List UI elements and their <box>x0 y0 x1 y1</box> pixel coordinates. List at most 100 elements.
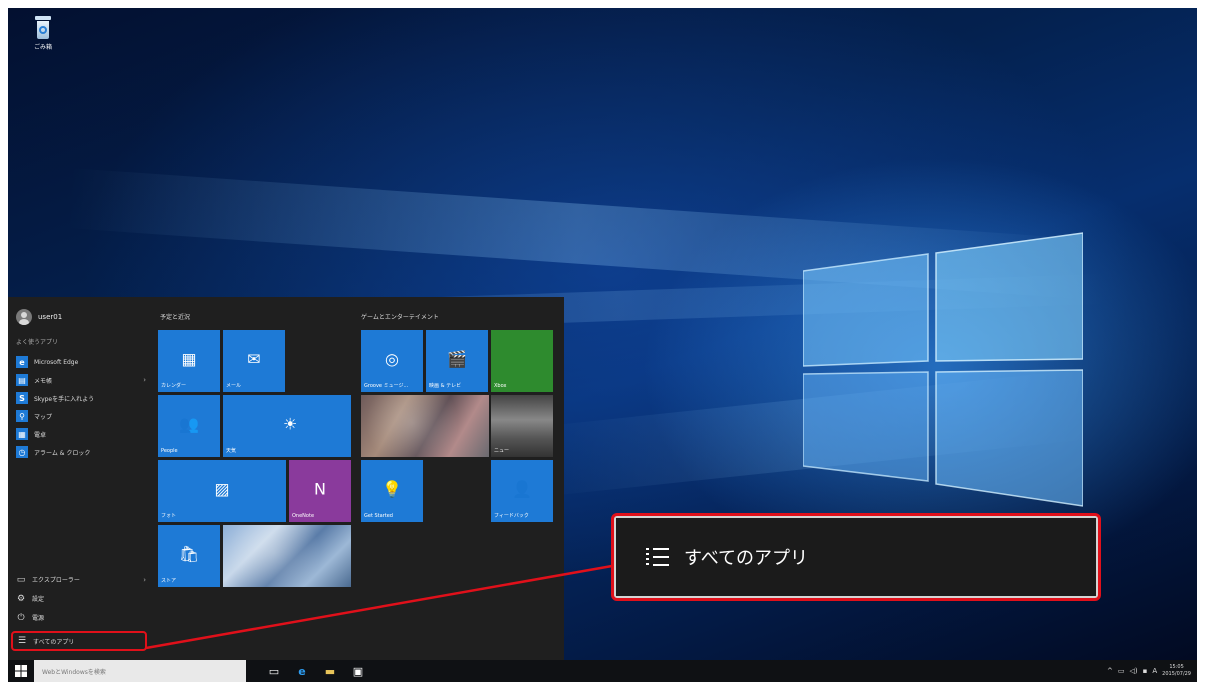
tile-get-started[interactable]: 💡 Get Started <box>361 460 423 522</box>
tile-photo-live[interactable] <box>223 525 351 587</box>
tile-group-title-right: ゲームとエンターテイメント <box>361 314 439 321</box>
alarm-icon: ◷ <box>16 446 28 458</box>
start-button[interactable] <box>8 660 34 682</box>
clock[interactable]: 15:05 2015/07/29 <box>1162 664 1191 678</box>
edge-icon[interactable]: e <box>294 663 310 679</box>
folder-icon: ▭ <box>16 574 26 585</box>
tile-news[interactable]: ニュー <box>491 395 553 457</box>
user-name: user01 <box>38 313 63 321</box>
all-apps-label: すべてのアプリ <box>33 638 75 646</box>
app-label: Skypeを手に入れよう <box>34 395 95 403</box>
ime-indicator[interactable]: A <box>1152 667 1157 675</box>
tile-groove[interactable]: ◎ Groove ミュージ... <box>361 330 423 392</box>
calendar-icon: ▦ <box>181 349 197 369</box>
app-item-notepad[interactable]: ▤ メモ帳 › <box>16 371 146 389</box>
tile-weather[interactable]: ☀ 天気 <box>223 395 351 457</box>
tile-mail[interactable]: ✉ メール <box>223 330 285 392</box>
app-item-maps[interactable]: ⚲ マップ <box>16 407 146 425</box>
tile-group-title-left: 予定と近況 <box>160 314 191 321</box>
user-account[interactable]: user01 <box>16 309 62 325</box>
system-tray: ^ ▭ ◁) ▪ A 15:05 2015/07/29 <box>1107 660 1197 682</box>
network-icon[interactable]: ▭ <box>1118 667 1125 675</box>
file-explorer-icon[interactable]: ▬ <box>322 663 338 679</box>
people-icon: 👥 <box>179 414 199 434</box>
most-used-heading: よく使うアプリ <box>16 339 59 346</box>
tile-onenote[interactable]: N OneNote <box>289 460 351 522</box>
skype-icon: S <box>16 392 28 404</box>
tile-calendar[interactable]: ▦ カレンダー <box>158 330 220 392</box>
start-bottom-list: ▭ エクスプローラー › ⚙ 設定 ⏻ 電源 ☰ すべてのアプリ <box>11 570 147 651</box>
all-apps-button[interactable]: ☰ すべてのアプリ <box>11 631 147 651</box>
calculator-icon: ▦ <box>16 428 28 440</box>
tile-feedback[interactable]: 👤 フィードバック <box>491 460 553 522</box>
start-left-column: user01 よく使うアプリ e Microsoft Edge ▤ メモ帳 › … <box>8 297 150 660</box>
maps-icon: ⚲ <box>16 410 28 422</box>
avatar <box>16 309 32 325</box>
tile-label: フォト <box>161 513 177 519</box>
chevron-up-icon[interactable]: ^ <box>1107 667 1113 675</box>
feedback-icon: 👤 <box>512 479 532 499</box>
app-label: アラーム & クロック <box>34 449 91 457</box>
store-icon[interactable]: ▣ <box>350 663 366 679</box>
taskbar: WebとWindowsを検索 ▭ e ▬ ▣ ^ ▭ ◁) ▪ A 15:05 … <box>8 660 1197 682</box>
settings-item[interactable]: ⚙ 設定 <box>16 589 146 608</box>
notepad-icon: ▤ <box>16 374 28 386</box>
tile-label: カレンダー <box>161 383 187 389</box>
gear-icon: ⚙ <box>16 593 26 604</box>
windows-icon <box>15 665 27 677</box>
recycle-bin-shortcut[interactable]: ごみ箱 <box>30 16 56 51</box>
tile-label: ストア <box>161 578 177 584</box>
store-icon: 🛍 <box>178 544 200 564</box>
recycle-bin-icon <box>34 16 52 40</box>
tile-label: People <box>161 448 178 454</box>
task-view-icon[interactable]: ▭ <box>266 663 282 679</box>
tile-photos[interactable]: ▨ フォト <box>158 460 286 522</box>
app-item-edge[interactable]: e Microsoft Edge <box>16 353 146 371</box>
explorer-item[interactable]: ▭ エクスプローラー › <box>16 570 146 589</box>
tile-store[interactable]: 🛍 ストア <box>158 525 220 587</box>
settings-label: 設定 <box>32 596 45 603</box>
callout-label: すべてのアプリ <box>684 548 809 569</box>
app-label: Microsoft Edge <box>34 358 79 366</box>
tile-label: Xbox <box>494 383 507 389</box>
photo-icon: ▨ <box>214 479 230 499</box>
search-input[interactable]: WebとWindowsを検索 <box>34 660 246 682</box>
mail-icon: ✉ <box>247 349 261 369</box>
start-menu: user01 よく使うアプリ e Microsoft Edge ▤ メモ帳 › … <box>8 297 564 660</box>
tile-xbox[interactable]: Xbox <box>491 330 553 392</box>
edge-icon: e <box>16 356 28 368</box>
app-item-calculator[interactable]: ▦ 電卓 <box>16 425 146 443</box>
onenote-icon: N <box>314 479 326 499</box>
all-apps-callout: すべてのアプリ <box>611 513 1101 601</box>
explorer-label: エクスプローラー <box>32 577 80 584</box>
chevron-right-icon[interactable]: › <box>143 576 146 584</box>
recycle-bin-label: ごみ箱 <box>33 44 52 51</box>
tile-label: 映画 & テレビ <box>429 383 462 389</box>
tile-movies[interactable]: 🎬 映画 & テレビ <box>426 330 488 392</box>
power-item[interactable]: ⏻ 電源 <box>16 608 146 627</box>
tile-label: Groove ミュージ... <box>364 383 409 389</box>
app-label: マップ <box>34 413 53 421</box>
power-label: 電源 <box>32 615 45 622</box>
clock-time: 15:05 <box>1169 664 1184 670</box>
app-item-alarm[interactable]: ◷ アラーム & クロック <box>16 443 146 461</box>
tile-label: ニュー <box>494 448 510 454</box>
lightbulb-icon: 💡 <box>382 479 402 499</box>
most-used-list: e Microsoft Edge ▤ メモ帳 › S Skypeを手に入れよう … <box>16 353 146 461</box>
volume-icon[interactable]: ◁) <box>1130 667 1138 675</box>
app-item-skype[interactable]: S Skypeを手に入れよう <box>16 389 146 407</box>
tile-news-photo[interactable] <box>361 395 489 457</box>
app-label: メモ帳 <box>34 377 53 385</box>
clock-date: 2015/07/29 <box>1162 671 1191 677</box>
notification-icon[interactable]: ▪ <box>1143 667 1148 675</box>
tile-label: OneNote <box>292 513 315 519</box>
tile-label: メール <box>226 383 242 389</box>
list-icon: ☰ <box>17 636 27 646</box>
tile-label: 天気 <box>226 448 237 454</box>
tile-people[interactable]: 👥 People <box>158 395 220 457</box>
chevron-right-icon[interactable]: › <box>143 376 146 384</box>
clapper-icon: 🎬 <box>447 349 467 369</box>
groove-icon: ◎ <box>385 349 399 369</box>
power-icon: ⏻ <box>17 612 25 623</box>
tile-label: フィードバック <box>494 513 529 519</box>
